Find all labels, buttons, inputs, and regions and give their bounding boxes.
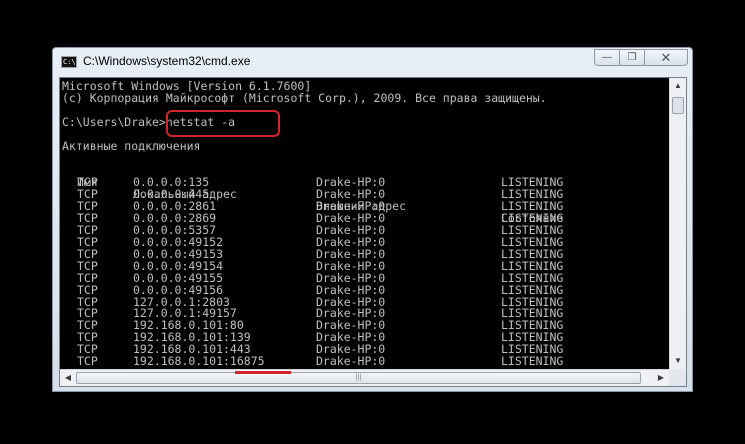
window-title: C:\Windows\system32\cmd.exe — [83, 54, 251, 68]
restore-icon: ❐ — [627, 52, 637, 63]
close-button[interactable]: ✕ — [645, 49, 688, 66]
screenshot-background: C:\ C:\Windows\system32\cmd.exe — ❐ ✕ Mi… — [0, 0, 745, 444]
row-state: LISTENING — [501, 354, 564, 369]
window-controls: — ❐ ✕ — [594, 49, 688, 67]
cmd-app-icon[interactable]: C:\ — [61, 56, 77, 68]
console-output[interactable]: Microsoft Windows [Version 6.1.7600] (c)… — [60, 78, 669, 369]
scrollbar-corner — [669, 369, 686, 386]
scroll-right-arrow-icon[interactable]: ▶ — [653, 370, 669, 386]
section-title: Активные подключения — [62, 139, 201, 153]
maximize-button[interactable]: ❐ — [620, 49, 645, 66]
prompt-path: C:\Users\Drake> — [62, 115, 166, 129]
close-icon: ✕ — [660, 50, 672, 65]
vertical-scroll-thumb[interactable] — [672, 97, 684, 114]
horizontal-scrollbar[interactable]: ◀ ||| ▶ — [60, 369, 669, 386]
title-bar[interactable]: C:\ C:\Windows\system32\cmd.exe — ❐ ✕ — [53, 48, 692, 76]
prompt-line: C:\Users\Drake>netstat -a — [62, 115, 236, 129]
vertical-scrollbar[interactable]: ▲ ▼ — [669, 78, 686, 369]
row-protocol: TCP — [77, 354, 98, 369]
console-client-area: Microsoft Windows [Version 6.1.7600] (c)… — [59, 77, 687, 387]
typed-command: netstat -a — [165, 115, 236, 129]
scroll-up-arrow-icon[interactable]: ▲ — [670, 78, 686, 94]
row-local-address: 192.168.0.101:16875 — [133, 354, 265, 369]
minimize-icon: — — [602, 52, 612, 63]
scroll-down-arrow-icon[interactable]: ▼ — [670, 353, 686, 369]
row-foreign-address: Drake-HP:0 — [316, 354, 386, 369]
cmd-window: C:\ C:\Windows\system32\cmd.exe — ❐ ✕ Mi… — [52, 47, 693, 392]
header-line-copyright: (c) Корпорация Майкрософт (Microsoft Cor… — [62, 91, 547, 105]
scroll-left-arrow-icon[interactable]: ◀ — [60, 370, 76, 386]
horizontal-scroll-thumb[interactable]: ||| — [76, 372, 641, 384]
minimize-button[interactable]: — — [594, 49, 620, 66]
